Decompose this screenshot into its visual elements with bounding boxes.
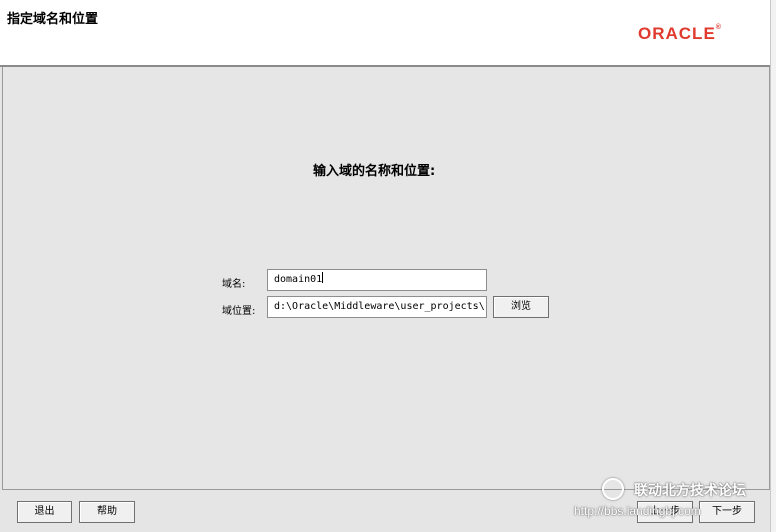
watermark: 联动北方技术论坛 http://bbs.landingbj.com bbox=[574, 476, 770, 526]
forum-logo-icon bbox=[602, 478, 624, 500]
text-caret bbox=[322, 272, 324, 283]
header-banner: 指定域名和位置 ORACLE® bbox=[0, 0, 770, 67]
section-heading: 输入域的名称和位置: bbox=[313, 164, 436, 179]
domain-location-input[interactable]: d:\Oracle\Middleware\user_projects\ bbox=[267, 296, 487, 318]
domain-name-input[interactable]: domain01 bbox=[267, 269, 487, 291]
exit-button[interactable]: 退出 bbox=[17, 501, 72, 523]
window-edge bbox=[770, 0, 776, 532]
oracle-logo-text: ORACLE bbox=[638, 24, 716, 43]
oracle-logo: ORACLE® bbox=[638, 24, 721, 44]
help-button[interactable]: 帮助 bbox=[79, 501, 135, 523]
domain-location-value: d:\Oracle\Middleware\user_projects\ bbox=[274, 301, 485, 312]
domain-location-label: 域位置: bbox=[222, 306, 256, 317]
watermark-title: 联动北方技术论坛 bbox=[634, 483, 746, 499]
browse-button[interactable]: 浏览 bbox=[493, 296, 549, 318]
domain-name-value: domain01 bbox=[274, 274, 323, 285]
watermark-url: http://bbs.landingbj.com bbox=[574, 504, 701, 518]
registered-mark: ® bbox=[715, 24, 721, 31]
domain-name-label: 域名: bbox=[222, 279, 246, 290]
page-title: 指定域名和位置 bbox=[7, 12, 99, 27]
